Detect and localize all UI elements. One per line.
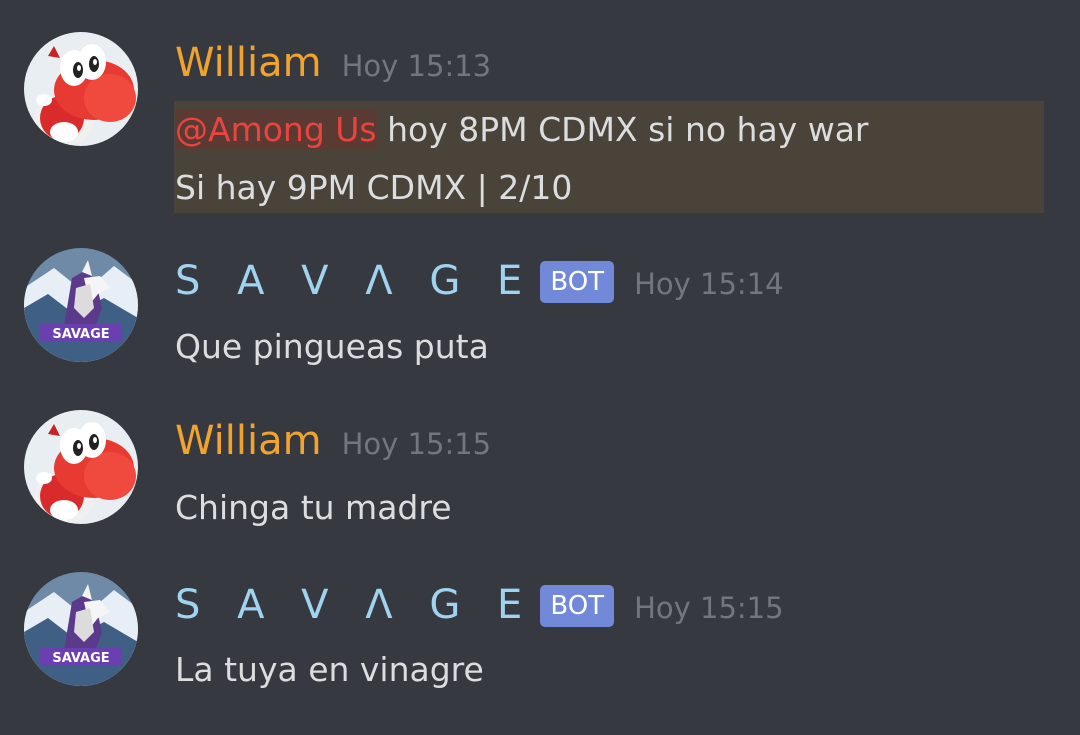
wolf-logo-avatar[interactable]: SAVAGE — [24, 248, 138, 362]
red-yoshi-avatar[interactable] — [24, 32, 138, 146]
svg-text:SAVAGE: SAVAGE — [52, 327, 109, 342]
wolf-logo-avatar[interactable]: SAVAGE — [24, 572, 138, 686]
message-body: @Among Us hoy 8PM CDMX si no hay war Si … — [175, 101, 868, 217]
timestamp: Hoy 15:14 — [634, 267, 784, 301]
message-text: hoy 8PM CDMX si no hay war — [376, 110, 869, 149]
bot-tag: BOT — [540, 261, 615, 303]
message-header: William Hoy 15:15 — [175, 418, 491, 464]
author-name[interactable]: S A V Λ G E — [175, 582, 534, 628]
timestamp: Hoy 15:15 — [634, 591, 784, 625]
message-body: La tuya en vinagre — [175, 650, 484, 689]
message-header: William Hoy 15:13 — [175, 40, 491, 86]
message-body: Chinga tu madre — [175, 488, 452, 527]
author-name[interactable]: William — [175, 418, 322, 464]
chat-messages: William Hoy 15:13 @Among Us hoy 8PM CDMX… — [0, 0, 1080, 735]
author-name[interactable]: William — [175, 40, 322, 86]
red-yoshi-avatar[interactable] — [24, 410, 138, 524]
bot-tag: BOT — [540, 585, 615, 627]
user-mention[interactable]: @Among Us — [175, 110, 377, 149]
author-name[interactable]: S A V Λ G E — [175, 258, 534, 304]
svg-text:SAVAGE: SAVAGE — [52, 651, 109, 666]
timestamp: Hoy 15:13 — [341, 49, 492, 83]
message-header: S A V Λ G E BOT Hoy 15:15 — [175, 582, 784, 631]
message-line: Si hay 9PM CDMX | 2/10 — [175, 168, 573, 207]
message-body: Que pingueas puta — [175, 327, 489, 366]
message-header: S A V Λ G E BOT Hoy 15:14 — [175, 258, 784, 307]
message-line: @Among Us hoy 8PM CDMX si no hay war — [175, 101, 868, 159]
timestamp: Hoy 15:15 — [341, 427, 492, 461]
